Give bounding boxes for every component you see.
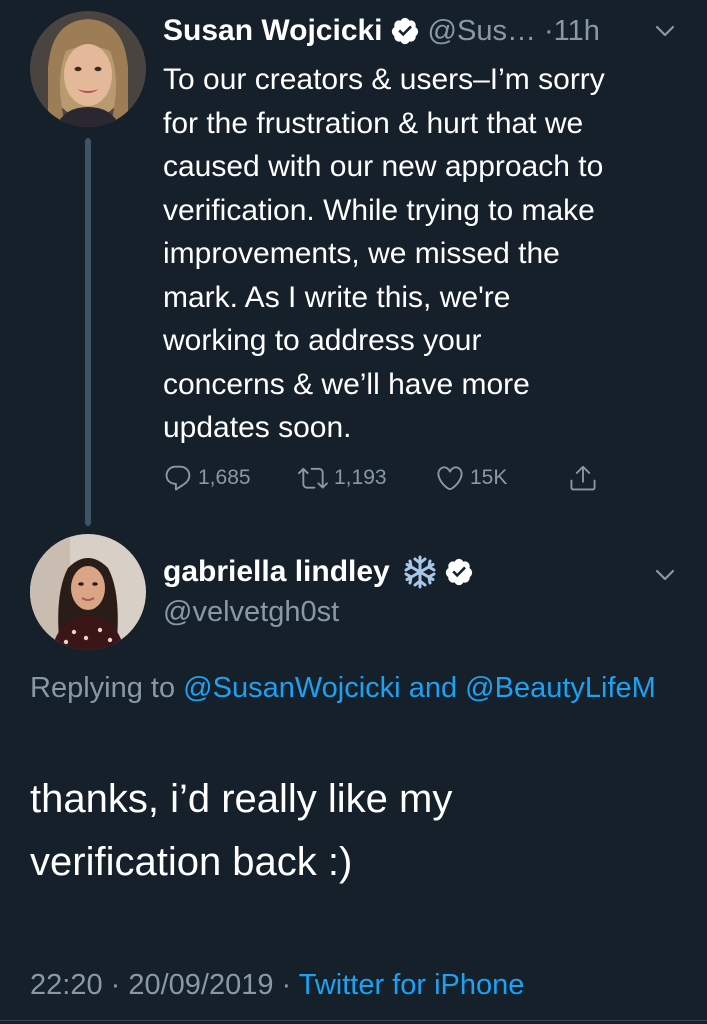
retweet-button[interactable]: 1,193 (297, 458, 387, 498)
author-display-name[interactable]: Susan Wojcicki (163, 14, 383, 48)
avatar-image (30, 534, 146, 650)
tweet-thread-screen: Susan Wojcicki @Sus… ·11h To our creator… (0, 0, 707, 1024)
reply-button[interactable]: 1,685 (163, 458, 251, 498)
tweet-timestamp: 22:20 · 20/09/2019 · (30, 969, 292, 1001)
chevron-down-icon[interactable] (653, 19, 677, 43)
share-icon (568, 463, 598, 493)
avatar-image (30, 11, 146, 127)
like-icon (435, 463, 465, 493)
parent-tweet[interactable]: Susan Wojcicki @Sus… ·11h To our creator… (0, 0, 707, 526)
retweet-count: 1,193 (334, 466, 387, 489)
avatar[interactable] (30, 534, 146, 650)
like-count: 15K (470, 466, 508, 489)
like-button[interactable]: 15K (435, 458, 507, 498)
reply-icon (163, 463, 193, 493)
verified-badge-icon (444, 557, 474, 587)
mention-link[interactable]: @BeautyLifeM (465, 672, 656, 704)
tweet-timestamp[interactable]: ·11h (544, 15, 600, 48)
reply-author-display-name[interactable]: gabriella lindley (163, 555, 390, 589)
avatar[interactable] (30, 11, 146, 127)
mention-link[interactable]: @SusanWojcicki (183, 672, 400, 704)
chevron-down-icon[interactable] (653, 563, 677, 587)
replying-to-line: Replying to @SusanWojcicki and @BeautyLi… (30, 666, 680, 710)
replying-joiner[interactable]: and (409, 672, 457, 704)
share-button[interactable] (568, 458, 598, 498)
reply-author-handle[interactable]: @velvetgh0st (163, 592, 339, 632)
reply-count: 1,685 (198, 466, 251, 489)
verified-badge-icon (390, 16, 420, 46)
tweet-header: Susan Wojcicki @Sus… ·11h (163, 11, 677, 51)
retweet-icon (297, 463, 329, 493)
replying-to-label: Replying to (30, 672, 176, 704)
tweet-source-link[interactable]: Twitter for iPhone (299, 969, 525, 1001)
tweet-body-text: To our creators & users–I’m sorry for th… (163, 63, 605, 444)
thread-connector-line (85, 138, 91, 526)
reply-body-text: thanks, i’d really like my verification … (30, 777, 453, 884)
author-handle[interactable]: @Sus… (428, 15, 536, 48)
tweet-meta-row: 22:20 · 20/09/2019 · Twitter for iPhone (30, 963, 524, 1007)
snowflake-icon (402, 554, 438, 590)
reply-tweet-header: gabriella lindley (163, 552, 474, 592)
divider (0, 1020, 707, 1021)
tweet-action-bar: 1,685 1,193 15K (163, 458, 623, 498)
